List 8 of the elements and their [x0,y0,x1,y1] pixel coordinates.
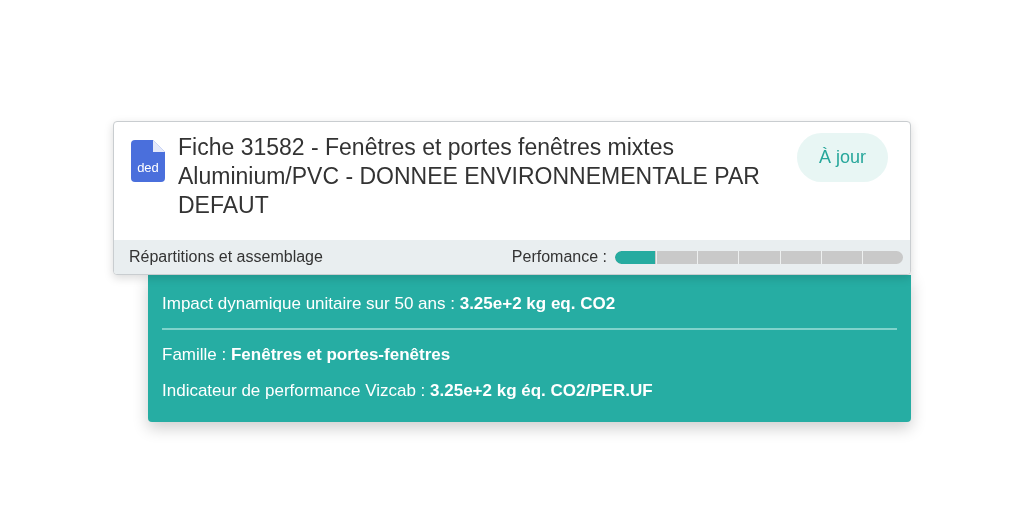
detail-text: Famille : Fenêtres et portes-fenêtres [162,344,452,366]
section-label: Répartitions et assemblage [129,248,324,266]
detail-text: Indicateur de performance Vizcab : 3.25e+2 kg éq. CO2/PER.UF [162,380,654,402]
file-icon: ded [131,140,165,182]
performance-label: Perfomance : [511,248,607,266]
record-title: Fiche 31582 - Fenêtres et portes fenêtres mixtes Aluminium/PVC - DONNEE ENVIRONNEMENTALE PAR DEFAUT [178,133,761,220]
detail-text: Impact dynamique unitaire sur 50 ans : 3.25e+2 kg eq. CO2 [162,293,617,315]
status-badge: À jour [796,133,888,182]
